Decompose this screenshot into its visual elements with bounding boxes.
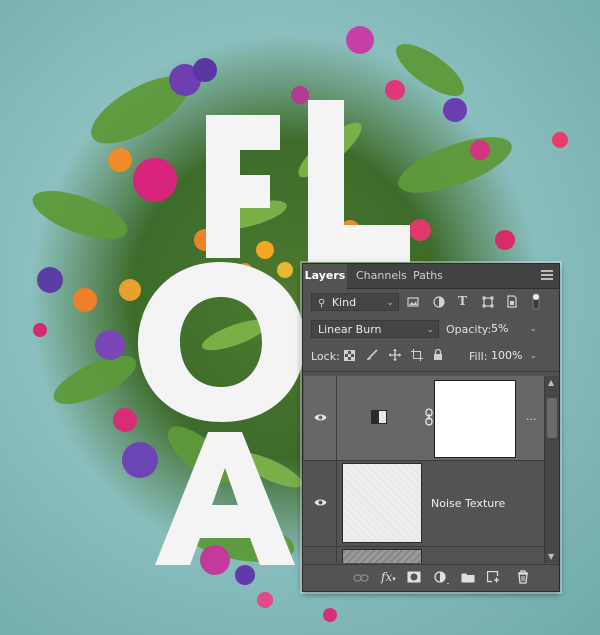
fill-value: 100% <box>491 349 523 362</box>
fx-label: fx <box>381 570 393 584</box>
opacity-label: Opacity: <box>446 323 492 336</box>
chevron-down-icon: ⌄ <box>426 325 434 335</box>
visibility-toggle[interactable] <box>304 376 337 460</box>
opacity-field[interactable]: 5% ⌄ <box>489 320 541 338</box>
panel-menu-icon[interactable] <box>541 270 553 281</box>
adjustment-filter-icon[interactable] <box>433 296 445 308</box>
layer-name: Noise Texture <box>431 497 506 510</box>
scroll-thumb[interactable] <box>547 398 557 438</box>
panel-tab-bar: Layers Channels Paths <box>303 264 559 289</box>
lock-paint-icon[interactable] <box>366 349 378 361</box>
lock-artboard-icon[interactable] <box>411 349 423 361</box>
smart-object-filter-icon[interactable] <box>506 295 518 308</box>
filter-toggle-icon[interactable] <box>531 292 541 310</box>
filter-kind-dropdown[interactable]: ⚲ Kind ⌄ <box>311 293 399 311</box>
tab-paths[interactable]: Paths <box>413 264 443 288</box>
type-filter-icon[interactable]: T <box>458 294 467 308</box>
lock-position-icon[interactable] <box>389 349 401 361</box>
image-filter-icon[interactable] <box>407 296 419 308</box>
layers-list: ... Noise Texture <box>304 376 544 563</box>
tab-channels[interactable]: Channels <box>356 264 407 288</box>
panel-footer: fx▾ <box>303 564 559 591</box>
new-group-icon[interactable] <box>461 572 475 583</box>
lock-all-icon[interactable] <box>433 348 443 361</box>
scroll-up-icon[interactable]: ▲ <box>548 378 554 387</box>
add-mask-icon[interactable] <box>407 571 421 583</box>
lock-label: Lock: <box>311 350 340 363</box>
layer-mask-thumbnail[interactable] <box>434 380 516 458</box>
chevron-down-icon: ⌄ <box>529 324 537 334</box>
fill-field[interactable]: 100% ⌄ <box>489 347 541 365</box>
blend-mode-dropdown[interactable]: Linear Burn ⌄ <box>311 320 439 338</box>
blend-mode-value: Linear Burn <box>318 323 382 336</box>
shape-filter-icon[interactable] <box>482 296 494 308</box>
chevron-down-icon: ⌄ <box>529 351 537 361</box>
link-layers-icon[interactable] <box>353 573 369 583</box>
chevron-down-icon: ⌄ <box>386 298 394 308</box>
visibility-toggle[interactable] <box>304 546 337 563</box>
delete-layer-icon[interactable] <box>517 570 529 584</box>
layers-panel: Layers Channels Paths ⚲ Kind ⌄ T Linear … <box>302 263 560 592</box>
layer-thumbnail <box>342 549 422 563</box>
layer-row-partial[interactable] <box>304 546 544 563</box>
new-layer-icon[interactable] <box>487 571 500 584</box>
new-adjustment-icon[interactable] <box>434 571 450 585</box>
mask-link-icon[interactable] <box>425 408 433 426</box>
layer-row-adjustment[interactable]: ... <box>304 376 544 461</box>
eye-icon <box>314 414 327 421</box>
fill-label: Fill: <box>469 350 488 363</box>
layer-row-noise-texture[interactable]: Noise Texture <box>304 460 544 547</box>
fx-icon[interactable]: fx▾ <box>381 570 396 584</box>
scroll-down-icon[interactable]: ▼ <box>548 552 554 561</box>
layers-scrollbar[interactable]: ▲ ▼ <box>544 376 559 563</box>
visibility-toggle[interactable] <box>304 460 337 546</box>
eye-icon <box>314 499 327 506</box>
search-icon: ⚲ <box>318 298 326 309</box>
tab-layers[interactable]: Layers <box>303 264 347 289</box>
opacity-value: 5% <box>491 322 509 335</box>
filter-kind-label: Kind <box>331 296 357 309</box>
lock-transparent-icon[interactable] <box>344 350 355 361</box>
divider <box>303 371 559 372</box>
layer-thumbnail <box>342 463 422 543</box>
adjustment-layer-icon <box>371 410 387 424</box>
more-options-icon[interactable]: ... <box>526 410 537 423</box>
